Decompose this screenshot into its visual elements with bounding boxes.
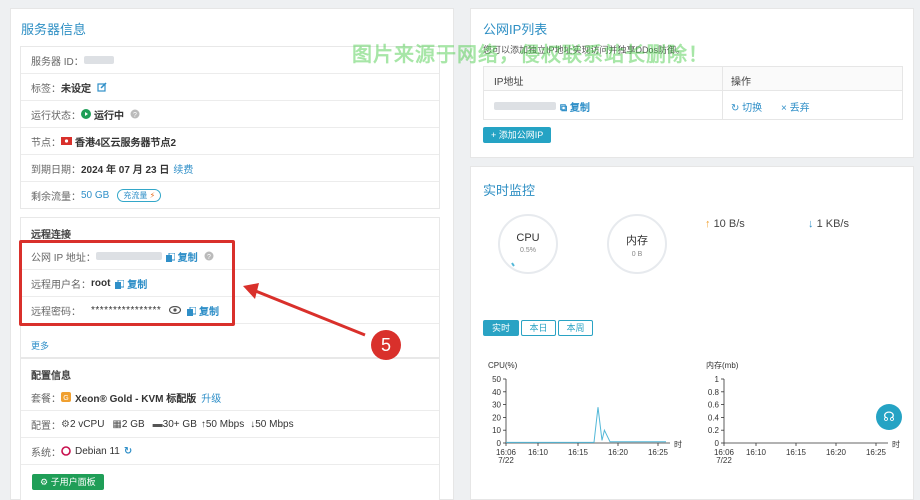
plan-row: 套餐： G Xeon® Gold - KVM 标配版 升级 bbox=[21, 384, 439, 411]
copy-ip-list-button[interactable]: ⧉ 复制 bbox=[560, 99, 590, 114]
cog-icon: ⚙ bbox=[40, 477, 51, 487]
traffic-row: 剩余流量： 50 GB 充流量 ⚡ bbox=[21, 182, 439, 209]
y-tick-label: 0.2 bbox=[708, 426, 720, 435]
svg-text:G: G bbox=[63, 395, 68, 402]
x-tick-label: 7/22 bbox=[716, 456, 732, 465]
switch-ip-button[interactable]: ↻ 切换 bbox=[731, 99, 762, 114]
headset-icon: ☊ bbox=[883, 409, 895, 424]
config-info-box: 配置信息 套餐： G Xeon® Gold - KVM 标配版 升级 配置： ⚙… bbox=[20, 358, 440, 500]
cpu-chart: CPU(%)0102030405016:067/2216:10 16:15 16:2… bbox=[488, 361, 682, 465]
y-tick-label: 50 bbox=[492, 375, 501, 384]
switch-icon: ↻ bbox=[731, 103, 743, 114]
cpu-gauge: CPU 0.5% bbox=[498, 214, 558, 274]
x-tick-label: 16:10 bbox=[746, 448, 767, 457]
tab-today[interactable]: 本日 bbox=[521, 320, 556, 336]
recharge-traffic-button[interactable]: 充流量 ⚡ bbox=[117, 189, 162, 202]
ram-icon: ▦ bbox=[112, 418, 122, 430]
cpu-icon: ⚙ bbox=[61, 418, 70, 430]
memory-gauge: 内存 0 B bbox=[607, 214, 667, 274]
upgrade-link[interactable]: 升级 bbox=[201, 390, 221, 405]
col-ops-header: 操作 bbox=[731, 77, 751, 88]
play-icon bbox=[81, 109, 91, 119]
status-row: 运行状态： 运行中 ? bbox=[21, 101, 439, 128]
chart-title: 内存(mb) bbox=[706, 360, 739, 370]
x-tick-label: 16:20 bbox=[826, 448, 847, 457]
disk-icon: ▬ bbox=[152, 418, 163, 430]
x-tick-label: 16:15 bbox=[568, 448, 589, 457]
svg-text:?: ? bbox=[133, 112, 137, 119]
renew-link[interactable]: 续费 bbox=[173, 161, 193, 176]
tag-row: 标签： 未设定 bbox=[21, 74, 439, 101]
basic-info-box: 服务器 ID： 标签： 未设定 运行状态： 运行中 ? 节点： 香港4区云服务器… bbox=[20, 46, 440, 209]
remote-connection-title: 远程连接 bbox=[31, 230, 71, 241]
debian-icon bbox=[61, 446, 71, 456]
cpu-gauge-arc bbox=[511, 262, 515, 267]
y-tick-label: 0 bbox=[715, 439, 720, 448]
y-tick-label: 0.4 bbox=[708, 413, 720, 422]
customer-service-button[interactable]: ☊ bbox=[876, 404, 902, 430]
x-tick-label: 7/22 bbox=[498, 456, 514, 465]
arrow-up-icon: ↑ bbox=[705, 218, 711, 230]
annotation-highlight-box bbox=[19, 240, 235, 326]
net-down-speed: ↓ 1 KB/s bbox=[808, 218, 849, 230]
ip-list-title: 公网IP列表 bbox=[483, 22, 548, 37]
os-row: 系统： Debian 11 ↻ bbox=[21, 438, 439, 465]
bolt-icon: ⚡ bbox=[147, 191, 156, 200]
chart-title: CPU(%) bbox=[488, 361, 518, 370]
tab-realtime[interactable]: 实时 bbox=[483, 320, 519, 336]
help-icon[interactable]: ? bbox=[130, 109, 140, 119]
annotation-number-badge: 5 bbox=[371, 330, 401, 360]
y-tick-label: 0.6 bbox=[708, 401, 720, 410]
spec-row: 配置： ⚙ 2 vCPU ▦ 2 GB ▬ 30+ GB ↑ 50 Mbps ↓ 5… bbox=[21, 411, 439, 438]
y-tick-label: 0.8 bbox=[708, 388, 720, 397]
x-tick-label: 16:15 bbox=[786, 448, 807, 457]
refresh-icon[interactable]: ↻ bbox=[124, 446, 132, 457]
col-ip-header: IP地址 bbox=[494, 77, 524, 88]
arrow-down-icon: ↓ bbox=[808, 218, 814, 230]
watermark-text: 图片来源于网络，侵权联系站长删除！ bbox=[352, 44, 709, 66]
y-tick-label: 20 bbox=[492, 413, 501, 422]
cpu-gauge-fill bbox=[511, 262, 515, 267]
x-axis-label: 时 bbox=[674, 439, 682, 449]
series-line bbox=[506, 407, 666, 443]
x-axis-label: 时 bbox=[892, 439, 900, 449]
server-id-redacted bbox=[83, 56, 114, 64]
drop-ip-button[interactable]: × 丢弃 bbox=[781, 99, 810, 114]
y-tick-label: 1 bbox=[715, 375, 720, 384]
edit-icon[interactable] bbox=[97, 82, 107, 92]
expire-row: 到期日期： 2024 年 07 月 23 日 续费 bbox=[21, 155, 439, 182]
x-tick-label: 16:25 bbox=[866, 448, 887, 457]
y-tick-label: 30 bbox=[492, 401, 501, 410]
x-tick-label: 16:20 bbox=[608, 448, 629, 457]
ip-table: IP地址 操作 ⧉ 复制 ↻ 切换 × 丢弃 bbox=[483, 66, 903, 120]
monitor-title: 实时监控 bbox=[483, 183, 536, 198]
y-tick-label: 0 bbox=[497, 439, 502, 448]
config-info-title: 配置信息 bbox=[31, 371, 71, 382]
y-tick-label: 10 bbox=[492, 426, 501, 435]
net-up-speed: ↑ 10 B/s bbox=[705, 218, 745, 230]
more-link[interactable]: 更多 bbox=[31, 339, 49, 352]
server-info-title: 服务器信息 bbox=[21, 22, 87, 37]
x-tick-label: 16:25 bbox=[648, 448, 669, 457]
package-icon: G bbox=[61, 392, 71, 402]
hong-kong-flag-icon bbox=[61, 137, 72, 145]
ip-list-panel: 公网IP列表 您可以添加独立IP地址实现访问并独享DDos防御。 IP地址 操作… bbox=[470, 8, 914, 158]
close-icon: × bbox=[781, 103, 790, 114]
table-row: ⧉ 复制 ↻ 切换 × 丢弃 bbox=[484, 91, 902, 119]
tab-week[interactable]: 本周 bbox=[558, 320, 593, 336]
add-public-ip-button[interactable]: + 添加公网IP bbox=[483, 127, 552, 143]
annotation-arrow bbox=[243, 283, 366, 337]
node-row: 节点： 香港4区云服务器节点2 bbox=[21, 128, 439, 155]
y-tick-label: 40 bbox=[492, 388, 501, 397]
copy-icon: ⧉ bbox=[560, 103, 570, 114]
x-tick-label: 16:10 bbox=[528, 448, 549, 457]
ip-address-redacted bbox=[494, 102, 556, 110]
ip-table-header: IP地址 操作 bbox=[484, 67, 902, 91]
subuser-panel-button[interactable]: ⚙ 子用户面板 bbox=[32, 474, 104, 490]
traffic-value: 50 GB bbox=[81, 190, 110, 201]
